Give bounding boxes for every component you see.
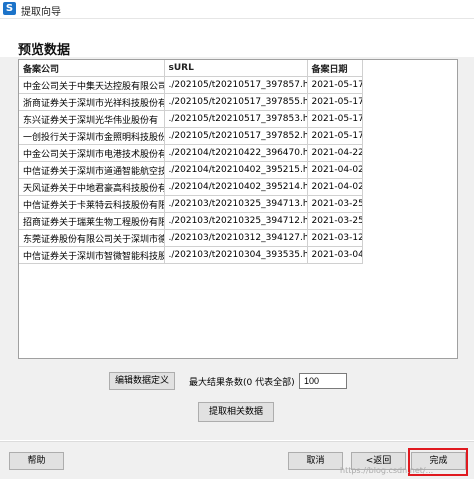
column-header-company[interactable]: 备案公司 [19,60,165,77]
company-cell: 中信证券关于深圳市道通智能航空技 [19,161,165,179]
date-cell: 2021-03-04 [307,246,363,264]
surl-cell: ./202104/t20210422_396470.htm [164,144,308,162]
surl-cell: ./202104/t20210402_395214.htm [164,178,308,196]
table-row[interactable]: 浙商证券关于深圳市光祥科技股份有 ./202105/t20210517_39785… [19,93,363,111]
company-cell: 天风证券关于中地君豪高科技股份有 [19,178,165,196]
date-cell: 2021-05-17 [307,76,363,94]
column-header-date[interactable]: 备案日期 [307,60,363,77]
edit-data-definition-button[interactable]: 编辑数据定义 [109,372,175,390]
surl-cell: ./202105/t20210517_397853.htm [164,110,308,128]
company-cell: 中金公司关于深圳市电港技术股份有 [19,144,165,162]
title-bar: S 提取向导 [0,0,474,19]
surl-cell: ./202103/t20210325_394712.htm [164,212,308,230]
company-cell: 东兴证券关于深圳光华伟业股份有 [19,110,165,128]
date-cell: 2021-03-25 [307,212,363,230]
table-row[interactable]: 中信证券关于深圳市智微智能科技股 ./202103/t20210304_39353… [19,246,363,264]
company-cell: 中金公司关于中集天达控股有限公司 [19,76,165,94]
date-cell: 2021-05-17 [307,127,363,145]
date-cell: 2021-05-17 [307,93,363,111]
help-button[interactable]: 帮助 [9,452,64,470]
date-cell: 2021-04-22 [307,144,363,162]
table-header-row: 备案公司 sURL 备案日期 [19,60,363,77]
company-cell: 中信证券关于卡莱特云科技股份有限 [19,195,165,213]
surl-cell: ./202103/t20210304_393535.htm [164,246,308,264]
table-row[interactable]: 中金公司关于深圳市电港技术股份有 ./202104/t20210422_39647… [19,144,363,162]
date-cell: 2021-05-17 [307,110,363,128]
date-cell: 2021-03-12 [307,229,363,247]
app-icon: S [3,2,16,15]
company-cell: 东莞证券股份有限公司关于深圳市德 [19,229,165,247]
surl-cell: ./202105/t20210517_397855.htm [164,93,308,111]
surl-cell: ./202103/t20210312_394127.htm [164,229,308,247]
preview-table[interactable]: 备案公司 sURL 备案日期 中金公司关于中集天达控股有限公司 ./202105/… [18,59,458,359]
surl-cell: ./202104/t20210402_395215.htm [164,161,308,179]
table-row[interactable]: 中信证券关于卡莱特云科技股份有限 ./202103/t20210325_39471… [19,195,363,213]
table-row[interactable]: 东兴证券关于深圳光华伟业股份有 ./202105/t20210517_397853… [19,110,363,128]
max-results-input[interactable] [299,373,347,389]
surl-cell: ./202105/t20210517_397857.htm [164,76,308,94]
max-results-label: 最大结果条数(0 代表全部) [189,378,295,388]
watermark: https://blog.csdn.net/... [340,466,434,475]
date-cell: 2021-03-25 [307,195,363,213]
date-cell: 2021-04-02 [307,161,363,179]
table-row[interactable]: 中信证券关于深圳市道通智能航空技 ./202104/t20210402_39521… [19,161,363,179]
table-row[interactable]: 中金公司关于中集天达控股有限公司 ./202105/t20210517_39785… [19,76,363,94]
page-heading: 预览数据 [18,43,71,58]
table-row[interactable]: 招商证券关于瑞莱生物工程股份有限 ./202103/t20210325_39471… [19,212,363,230]
company-cell: 中信证券关于深圳市智微智能科技股 [19,246,165,264]
surl-cell: ./202105/t20210517_397852.htm [164,127,308,145]
table-row[interactable]: 东莞证券股份有限公司关于深圳市德 ./202103/t20210312_39412… [19,229,363,247]
table-row[interactable]: 天风证券关于中地君豪高科技股份有 ./202104/t20210402_39521… [19,178,363,196]
cancel-button[interactable]: 取消 [288,452,343,470]
header-panel [0,19,474,57]
column-header-surl[interactable]: sURL [164,60,308,77]
company-cell: 浙商证券关于深圳市光祥科技股份有 [19,93,165,111]
window-title: 提取向导 [21,7,61,18]
surl-cell: ./202103/t20210325_394713.htm [164,195,308,213]
date-cell: 2021-04-02 [307,178,363,196]
company-cell: 招商证券关于瑞莱生物工程股份有限 [19,212,165,230]
table-row[interactable]: 一创投行关于深圳市金照明科技股份 ./202105/t20210517_39785… [19,127,363,145]
company-cell: 一创投行关于深圳市金照明科技股份 [19,127,165,145]
extract-data-button[interactable]: 提取相关数据 [198,402,274,422]
